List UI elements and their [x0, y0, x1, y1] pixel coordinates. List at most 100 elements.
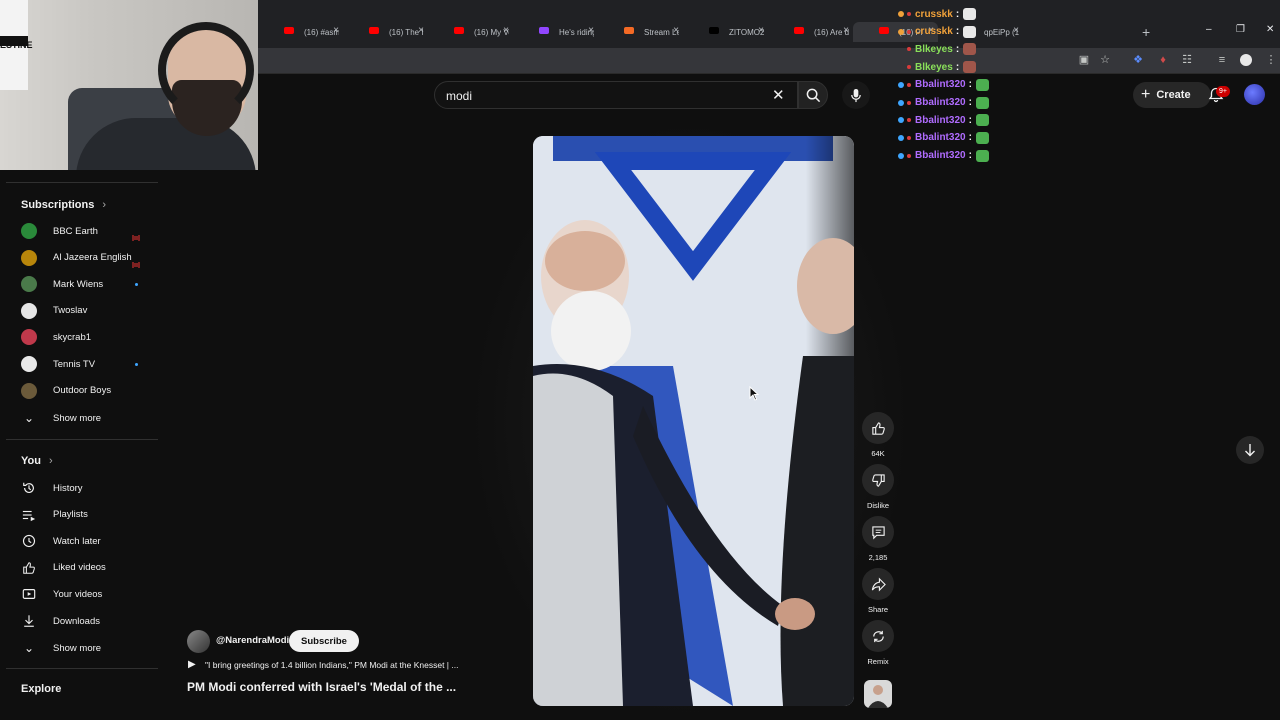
channel-handle[interactable]: @NarendraModi — [216, 635, 289, 646]
chevron-right-icon: › — [48, 455, 53, 467]
chat-emote-icon — [975, 114, 989, 127]
sidebar-subscription-item[interactable]: skycrab1 — [6, 324, 158, 350]
reading-list-icon[interactable]: ≡ — [1216, 54, 1228, 66]
subscription-label: Al Jazeera English — [53, 252, 132, 264]
shorts-video-player[interactable] — [533, 136, 854, 706]
sidebar-subscription-item[interactable]: Twoslav — [6, 298, 158, 324]
tab-close-icon[interactable]: × — [418, 25, 424, 36]
close-window-icon[interactable]: ✕ — [1266, 24, 1274, 35]
headphones — [158, 22, 254, 118]
browser-tab[interactable]: (16) #asm × — [258, 22, 343, 42]
chat-username: Bbalint320 — [915, 114, 966, 126]
browser-tab[interactable]: Stream Let× — [598, 22, 683, 42]
subscribe-button[interactable]: Subscribe — [289, 630, 359, 652]
browser-tab[interactable]: (16) My Ve × — [428, 22, 513, 42]
show-more-label: Show more — [53, 412, 102, 424]
like-button[interactable]: 64K — [860, 412, 896, 458]
kebab-menu-icon[interactable]: ⋮ — [1265, 54, 1277, 66]
subscription-label: Tennis TV — [53, 358, 96, 370]
sidebar-subscription-item[interactable]: Mark Wiens — [6, 271, 158, 297]
webcam-overlay: ESTINE — [0, 0, 258, 170]
watch-later-icon — [21, 533, 37, 549]
extension-icon[interactable]: ❖ — [1132, 54, 1144, 66]
next-short-button[interactable] — [1236, 436, 1264, 464]
create-button[interactable]: + Create — [1133, 82, 1211, 108]
tab-close-icon[interactable]: × — [588, 25, 594, 36]
sidebar-subscription-item[interactable]: BBC Earth — [6, 218, 158, 244]
chat-separator: : — [968, 79, 972, 91]
tab-favicon-icon — [794, 27, 804, 34]
comment-count: 2,185 — [868, 553, 888, 562]
search-button[interactable] — [798, 81, 828, 109]
sidebar-subscription-item[interactable]: Outdoor Boys — [6, 378, 158, 404]
play-icon[interactable]: ▶ — [188, 659, 196, 670]
sidebar-item-your-videos[interactable]: Your videos — [6, 581, 158, 607]
tab-close-icon[interactable]: × — [333, 25, 339, 36]
chat-username: Blkeyes — [915, 61, 953, 73]
liked-icon — [21, 560, 37, 576]
tab-close-icon[interactable]: × — [1013, 25, 1019, 36]
short-title[interactable]: PM Modi conferred with Israel's 'Medal o… — [187, 680, 456, 694]
sound-thumbnail[interactable] — [864, 680, 892, 708]
remix-button[interactable]: Remix — [860, 620, 896, 666]
short-description[interactable]: "I bring greetings of 1.4 billion Indian… — [205, 660, 458, 670]
sidebar-item-history[interactable]: History — [6, 475, 158, 501]
dislike-button[interactable]: Dislike — [860, 464, 896, 510]
browser-tab[interactable]: He's riding × — [513, 22, 598, 42]
new-tab-button[interactable]: + — [1142, 24, 1150, 40]
adblock-icon[interactable]: ♦ — [1157, 54, 1169, 66]
browser-tab[interactable]: (16) The Ir × — [343, 22, 428, 42]
tab-close-icon[interactable]: × — [758, 25, 764, 36]
show-more-you[interactable]: ⌄ Show more — [6, 635, 158, 661]
sidebar-item-watch-later[interactable]: Watch later — [6, 528, 158, 554]
dislike-label: Dislike — [866, 501, 890, 510]
chat-username: crusskk — [915, 8, 953, 20]
screen: (16) #asm × (16) The Ir × (16) My Ve × He's ri… — [0, 0, 1280, 720]
new-content-dot — [135, 282, 138, 286]
comments-button[interactable]: 2,185 — [860, 516, 896, 562]
subscriptions-heading[interactable]: Subscriptions › — [21, 199, 106, 211]
chevron-down-icon: ⌄ — [23, 641, 35, 655]
chat-badge-icon — [907, 100, 911, 105]
chat-username: Bbalint320 — [915, 97, 966, 108]
chat-emote-icon — [963, 61, 977, 74]
chat-emote-icon — [963, 43, 977, 56]
sidebar-item-downloads[interactable]: Downloads — [6, 608, 158, 634]
chat-message: Bbalint320: — [898, 112, 989, 128]
chat-emote-icon — [963, 8, 977, 20]
show-more-subscriptions[interactable]: ⌄ Show more — [6, 405, 158, 431]
browser-tab[interactable]: ZITOMO2 × — [683, 22, 768, 42]
chat-badge-icon — [907, 65, 911, 70]
extensions-puzzle-icon[interactable]: ☷ — [1181, 54, 1193, 66]
account-avatar[interactable] — [1244, 84, 1265, 105]
bookmark-star-icon[interactable]: ☆ — [1099, 54, 1111, 66]
sidebar-subscription-item[interactable]: Al Jazeera English — [6, 245, 158, 271]
channel-avatar[interactable] — [187, 630, 210, 653]
tab-close-icon[interactable]: × — [843, 25, 849, 36]
chat-message: Bbalint320: — [898, 95, 989, 111]
share-label: Share — [867, 605, 888, 614]
chat-badge-icon — [907, 29, 911, 34]
tab-close-icon[interactable]: × — [503, 25, 509, 36]
subscription-label: Mark Wiens — [53, 278, 104, 290]
subscription-label: skycrab1 — [53, 331, 92, 343]
chat-emote-icon — [975, 78, 989, 91]
voice-search-button[interactable] — [842, 81, 870, 109]
sidebar-item-playlists[interactable]: Playlists — [6, 502, 158, 528]
browser-tab[interactable]: (16) Are d × — [768, 22, 853, 42]
clear-search-icon[interactable]: ✕ — [772, 86, 785, 104]
tab-close-icon[interactable]: × — [673, 25, 679, 36]
sidebar-item-label: History — [53, 482, 83, 494]
minimize-icon[interactable]: – — [1206, 24, 1212, 35]
sidebar-item-liked-videos[interactable]: Liked videos — [6, 555, 158, 581]
search-input[interactable]: modi — [446, 89, 472, 103]
search-box[interactable]: modi — [434, 81, 798, 109]
install-app-icon[interactable]: ▣ — [1078, 54, 1090, 66]
sidebar-subscription-item[interactable]: Tennis TV — [6, 351, 158, 377]
profile-icon[interactable] — [1240, 54, 1252, 66]
restore-icon[interactable]: ❐ — [1236, 24, 1245, 35]
chat-emote-icon — [975, 131, 989, 144]
you-heading[interactable]: You › — [21, 455, 53, 467]
chat-emote-icon — [975, 96, 989, 109]
share-button[interactable]: Share — [860, 568, 896, 614]
